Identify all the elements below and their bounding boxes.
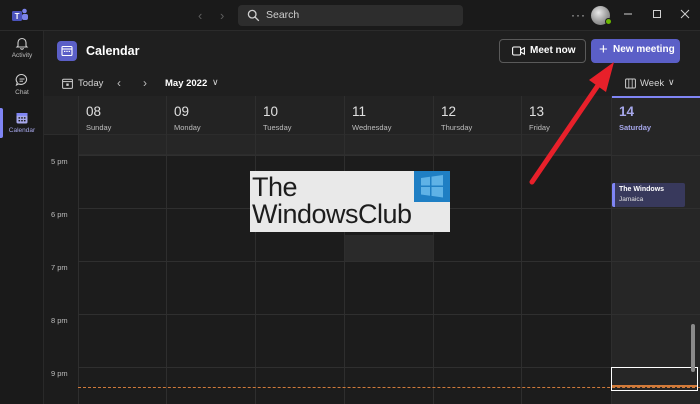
search-placeholder: Search [266,9,300,21]
maximize-icon[interactable] [651,8,663,20]
day-name: Thursday [441,123,473,132]
minimize-icon[interactable] [622,8,634,20]
search-input[interactable]: Search [238,5,463,26]
day-header: 09 Monday [167,96,255,135]
calendar-app-icon [57,41,77,61]
hour-line [78,367,700,368]
scrollbar[interactable] [691,324,695,372]
day-header: 14 Saturday [612,96,700,135]
previous-week-icon[interactable]: ‹ [117,76,121,90]
day-column-monday[interactable]: 09 Monday [166,96,255,404]
chevron-down-icon[interactable]: ∨ [668,77,675,88]
watermark-text-line2: WindowsClub [252,199,412,229]
current-time-marker [612,385,697,387]
day-name: Sunday [86,123,112,132]
back-arrow-icon[interactable]: ‹ [198,8,202,23]
calendar-event[interactable]: The Windows Jamaica [612,183,685,207]
rail-label-chat: Chat [15,89,29,96]
page-title: Calendar [86,44,140,58]
calendar-icon [16,113,28,124]
day-name: Tuesday [263,123,292,132]
day-column-friday[interactable]: 13 Friday [521,96,611,404]
day-number: 08 [86,104,102,119]
new-meeting-button[interactable]: + New meeting [591,39,680,63]
week-grid: 08 Sunday 09 Monday 10 Tuesday 11 Wednes… [44,96,700,404]
day-number: 09 [174,104,190,119]
meet-now-label: Meet now [530,45,576,56]
day-number: 14 [619,104,635,119]
day-name: Monday [174,123,201,132]
close-icon[interactable] [679,8,691,20]
hover-slot[interactable] [345,235,433,261]
presence-available-icon [605,18,612,25]
day-name: Friday [529,123,550,132]
svg-text:T: T [15,12,20,21]
rail-label-activity: Activity [11,52,33,59]
today-calendar-icon[interactable] [62,78,73,89]
app-rail: Activity Chat Calendar [0,31,44,404]
bell-icon [15,37,29,50]
week-view-icon [625,78,636,89]
hour-line [78,314,700,315]
day-header: 11 Wednesday [345,96,433,135]
day-number: 13 [529,104,545,119]
new-meeting-label: New meeting [613,44,675,55]
day-header: 08 Sunday [79,96,166,135]
day-column-saturday[interactable]: 14 Saturday [611,96,700,404]
rail-item-chat[interactable]: Chat [0,73,44,113]
day-column-thursday[interactable]: 12 Thursday [433,96,521,404]
day-header: 10 Tuesday [256,96,344,135]
day-header: 12 Thursday [434,96,521,135]
day-column-tuesday[interactable]: 10 Tuesday [255,96,344,404]
video-camera-icon [512,46,525,56]
day-header: 13 Friday [522,96,611,135]
day-name: Saturday [619,123,652,132]
selected-time-slot[interactable] [611,367,698,391]
chat-icon [15,73,28,87]
current-time-line [78,387,700,388]
more-options-icon[interactable]: ··· [571,8,586,22]
time-label: 7 pm [51,263,68,272]
windows-logo-icon [414,171,450,202]
hour-line [78,261,700,262]
hour-line [78,155,700,156]
forward-arrow-icon[interactable]: › [220,8,224,23]
view-switcher[interactable]: Week [640,78,664,89]
day-name: Wednesday [352,123,392,132]
rail-label-calendar: Calendar [8,127,36,134]
plus-icon: + [599,41,608,58]
watermark-logo: The WindowsClub [250,171,450,232]
title-bar: T ‹ › Search ··· [0,0,700,31]
time-label: 9 pm [51,369,68,378]
chevron-down-icon[interactable]: ∨ [212,77,219,88]
time-label: 5 pm [51,157,68,166]
rail-item-calendar[interactable]: Calendar [0,111,44,151]
rail-item-activity[interactable]: Activity [0,36,44,76]
day-number: 11 [352,104,367,119]
event-title: The Windows [619,186,665,193]
day-column-sunday[interactable]: 08 Sunday [78,96,166,404]
teams-logo-icon: T [12,8,28,21]
event-subtitle: Jamaica [619,196,644,203]
day-number: 10 [263,104,279,119]
day-number: 12 [441,104,457,119]
next-week-icon[interactable]: › [143,76,147,90]
meet-now-button[interactable]: Meet now [499,39,586,63]
month-picker[interactable]: May 2022 [165,78,207,89]
today-button[interactable]: Today [78,78,103,89]
search-icon [247,9,260,22]
time-label: 8 pm [51,316,68,325]
time-label: 6 pm [51,210,68,219]
